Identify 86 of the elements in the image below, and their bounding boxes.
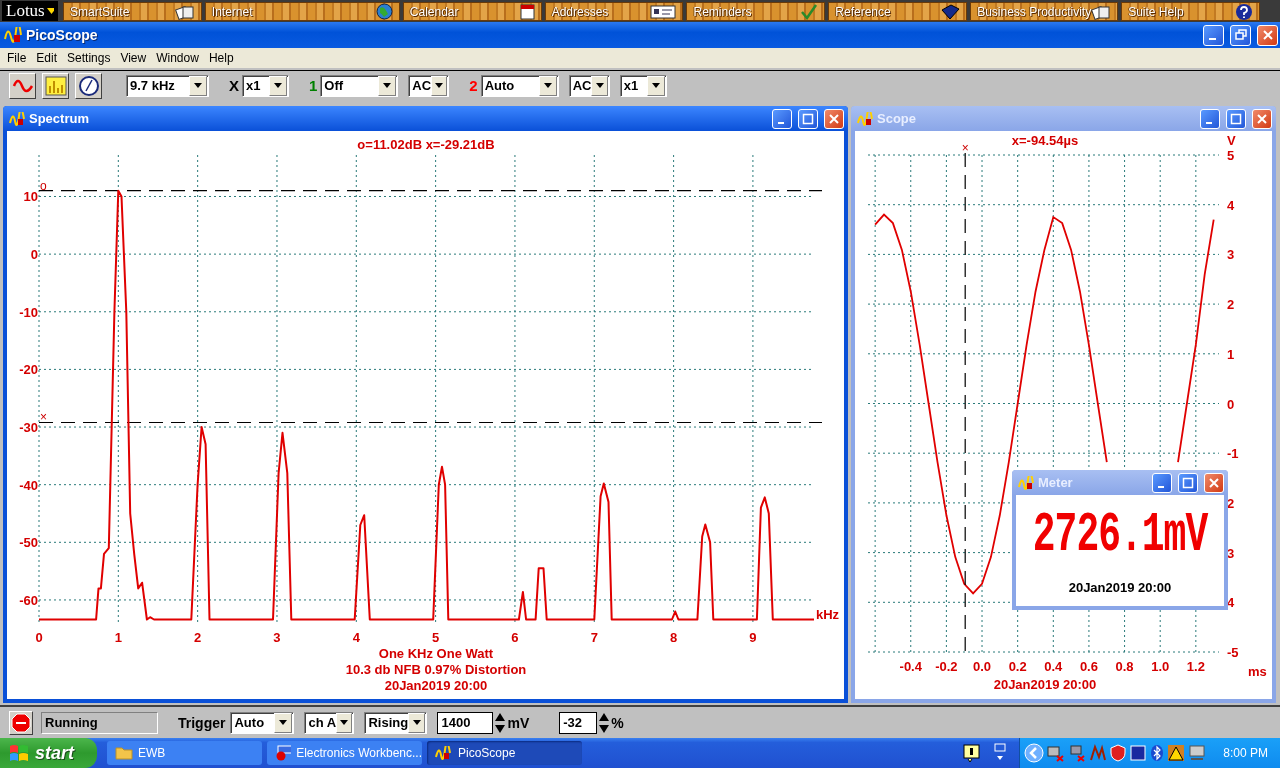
menu-item[interactable]: Edit <box>31 51 63 65</box>
axis-tick-label: 2 <box>194 630 202 645</box>
axis-tick-label: 0.0 <box>973 659 992 674</box>
axis-tick-label: 0.4 <box>1044 659 1063 674</box>
axis-tick-label: 3 <box>1227 545 1235 561</box>
dropdown[interactable]: x1 <box>619 74 667 97</box>
dropdown[interactable]: ch A <box>304 711 355 734</box>
axis-tick-label: 3 <box>273 630 281 645</box>
dropdown[interactable]: AC <box>408 74 450 97</box>
menu-item[interactable]: View <box>115 51 152 65</box>
axis-tick-label: 10 <box>23 189 38 205</box>
cursor-readout: o=11.02dB x=-29.21dB <box>357 137 495 152</box>
axis-tick-label: -0.4 <box>899 659 922 674</box>
run-status: Running <box>41 711 158 734</box>
channel-label: 2 <box>469 77 478 94</box>
lotus-menu-button[interactable]: Lotus <box>2 1 58 21</box>
chart-note: One KHz One Watt <box>378 646 494 661</box>
axis-tick-label: 0 <box>30 247 38 263</box>
axis-tick-label: 5 <box>1227 148 1235 163</box>
meter-reading: 2726.1mV <box>1032 503 1208 566</box>
taskbar-button[interactable]: Electronics Workbenc... <box>267 741 422 765</box>
axis-tick-label: 1 <box>1227 346 1235 362</box>
clock: 8:00 PM <box>1223 746 1268 760</box>
axis-tick-label: 4 <box>1227 197 1235 213</box>
taskbar-button[interactable]: EWB <box>107 741 262 765</box>
dropdown[interactable]: Off <box>320 74 399 97</box>
chart-timestamp: 20Jan2019 20:00 <box>993 677 1097 692</box>
window-title: PicoScope <box>26 27 98 43</box>
axis-unit-label: ms <box>1248 664 1267 679</box>
taskbar-button[interactable]: PicoScope <box>427 741 582 765</box>
axis-tick-label: -1 <box>1227 446 1239 462</box>
axis-tick-label: 7 <box>590 630 598 645</box>
menu-item[interactable]: File <box>2 51 32 65</box>
axis-tick-label: 2 <box>1227 495 1235 511</box>
axis-unit-label: kHz <box>816 607 840 622</box>
dropdown[interactable]: AC <box>568 74 610 97</box>
unit-label: % <box>611 714 624 731</box>
axis-tick-label: -30 <box>19 420 38 436</box>
axis-tick-label: 4 <box>1227 595 1235 611</box>
window-title: Scope <box>877 111 916 126</box>
axis-tick-label: -60 <box>19 592 38 608</box>
dropdown[interactable]: x1 <box>242 74 289 97</box>
axis-tick-label: 1.0 <box>1151 659 1170 674</box>
unit-label: mV <box>507 714 530 731</box>
cursor-marker: × <box>961 141 969 155</box>
axis-tick-label: 2 <box>1227 297 1235 313</box>
trigger-label: Trigger <box>178 714 226 731</box>
dropdown[interactable]: Auto <box>230 711 295 734</box>
chart-note: 10.3 db NFB 0.97% Distortion <box>345 662 527 677</box>
axis-tick-label: 8 <box>670 630 678 645</box>
threshold-field[interactable]: 1400 <box>437 711 494 734</box>
axis-tick-label: 3 <box>1227 247 1235 263</box>
axis-tick-label: 4 <box>352 630 360 645</box>
chart-note: 20Jan2019 20:00 <box>384 678 488 693</box>
dropdown[interactable]: Auto <box>480 74 559 97</box>
menu-item[interactable]: Settings <box>62 51 116 65</box>
axis-tick-label: -5 <box>1227 645 1239 660</box>
cursor-marker: × <box>40 410 47 425</box>
cursor-readout: x=-94.54µs <box>1011 133 1079 148</box>
axis-tick-label: 0.2 <box>1008 659 1027 674</box>
axis-tick-label: -50 <box>19 535 38 551</box>
axis-tick-label: -40 <box>19 477 38 493</box>
dropdown[interactable]: 9.7 kHz <box>126 74 209 97</box>
axis-tick-label: 0.8 <box>1115 659 1134 674</box>
axis-tick-label: 0.6 <box>1079 659 1098 674</box>
window-title: Meter <box>1038 475 1073 490</box>
window-title: Spectrum <box>29 111 89 126</box>
axis-tick-label: 0 <box>35 630 43 645</box>
channel-label: 1 <box>309 77 318 94</box>
axis-tick-label: 1.2 <box>1186 659 1205 674</box>
delay-field[interactable]: -32 <box>559 711 598 734</box>
meter-timestamp: 20Jan2019 20:00 <box>1068 580 1172 595</box>
axis-tick-label: -0.2 <box>935 659 958 674</box>
dropdown[interactable]: Rising <box>364 711 428 734</box>
axis-tick-label: 6 <box>511 630 519 645</box>
axis-tick-label: 5 <box>432 630 440 645</box>
axis-tick-label: -20 <box>19 362 38 378</box>
axis-unit-label: V <box>1227 133 1236 148</box>
menu-item[interactable]: Help <box>203 51 239 65</box>
menu-item[interactable]: Window <box>151 51 204 65</box>
cursor-marker: o <box>40 178 47 193</box>
axis-tick-label: 9 <box>749 630 757 645</box>
axis-tick-label: 0 <box>1227 396 1235 412</box>
axis-tick-label: -10 <box>19 304 38 320</box>
channel-label: X <box>229 77 239 94</box>
axis-tick-label: 1 <box>114 630 122 645</box>
